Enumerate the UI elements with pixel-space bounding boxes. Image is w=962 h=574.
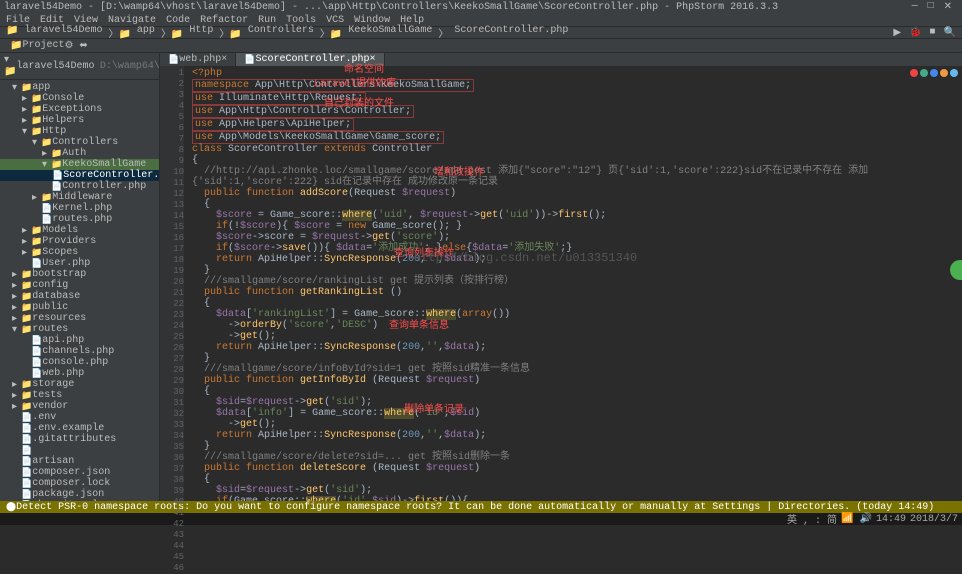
window-title: laravel54Demo - [D:\wamp64\vhost\laravel…	[4, 2, 778, 13]
bc-ksg[interactable]: KeekoSmallGame	[348, 25, 432, 41]
taskbar-date[interactable]: 2018/3/7	[910, 514, 958, 525]
tree-middleware[interactable]: ▸📁 Middleware	[0, 192, 159, 203]
tree-config[interactable]: ▸📁 config	[0, 280, 159, 291]
tree-envex[interactable]: 📄 .env.example	[0, 423, 159, 434]
tree-scopes[interactable]: ▸📁 Scopes	[0, 247, 159, 258]
code-comment: ///smallgame/score/rankingList get 提示列表（…	[204, 276, 514, 287]
notif-icon[interactable]: 📶 🔊	[841, 513, 872, 525]
tree-composerj[interactable]: 📄 composer.json	[0, 467, 159, 478]
bc-app[interactable]: app	[137, 25, 155, 41]
tree-providers[interactable]: ▸📁 Providers	[0, 236, 159, 247]
anno-lib: Laravel提供的库	[314, 79, 396, 90]
tree-helpers[interactable]: ▸📁 Helpers	[0, 115, 159, 126]
tree-tests[interactable]: ▸📁 tests	[0, 390, 159, 401]
search-icon[interactable]: 🔍	[944, 27, 956, 39]
tree-routesD[interactable]: ▾📁 routes	[0, 324, 159, 335]
project-tree[interactable]: ▾ 📁 laravel54Demo D:\wamp64\vhost\larave…	[0, 53, 160, 501]
tree-gitattr[interactable]: 📄 .gitattributes	[0, 434, 159, 445]
tree-ksg[interactable]: ▾📁 KeekoSmallGame	[0, 159, 159, 170]
tree-routes[interactable]: 📄 routes.php	[0, 214, 159, 225]
tree-storage[interactable]: ▸📁 storage	[0, 379, 159, 390]
maximize-button[interactable]: □	[928, 1, 934, 13]
tree-score[interactable]: 📄 ScoreController.php	[0, 170, 159, 181]
tree-kernel[interactable]: 📄 Kernel.php	[0, 203, 159, 214]
tree-gitignore[interactable]: 📄	[0, 445, 159, 456]
tree-web[interactable]: 📄 web.php	[0, 368, 159, 379]
stop-icon[interactable]: ■	[930, 27, 936, 39]
tree-root-path: D:\wamp64\vhost\laravel5	[100, 61, 160, 72]
debug-icon[interactable]: 🐞	[909, 27, 921, 39]
project-panel-tab[interactable]: 📁 Project⚙ ⬌	[4, 40, 94, 52]
tree-exceptions[interactable]: ▸📁 Exceptions	[0, 104, 159, 115]
tree-user[interactable]: 📄 User.php	[0, 258, 159, 269]
code-area[interactable]: <?php namespace App\Http\Controllers\Kee…	[184, 53, 962, 501]
breadcrumb[interactable]: 📁laravel54Demo 〉📁app 〉📁Http 〉📁Controller…	[6, 25, 568, 41]
browser-icons[interactable]	[910, 69, 958, 77]
tree-app[interactable]: ▾📁 app	[0, 82, 159, 93]
close-button[interactable]: ✕	[944, 1, 952, 13]
tree-channels[interactable]: 📄 channels.php	[0, 346, 159, 357]
bc-file[interactable]: ScoreController.php	[454, 25, 568, 41]
bc-ctrl[interactable]: Controllers	[248, 25, 314, 41]
tree-vendor[interactable]: ▸📁 vendor	[0, 401, 159, 412]
tree-public[interactable]: ▸📁 public	[0, 302, 159, 313]
tree-resources[interactable]: ▸📁 resources	[0, 313, 159, 324]
tree-bootstrap[interactable]: ▸📁 bootstrap	[0, 269, 159, 280]
anno-namespace: 命名空间	[344, 65, 384, 76]
tree-controllers[interactable]: ▾📁 Controllers	[0, 137, 159, 148]
tree-packagej[interactable]: 📄 package.json	[0, 489, 159, 500]
minimize-button[interactable]: —	[912, 1, 918, 13]
code-line: <?php	[192, 68, 222, 79]
tree-artisan[interactable]: 📄 artisan	[0, 456, 159, 467]
tree-consolep[interactable]: 📄 console.php	[0, 357, 159, 368]
bc-http[interactable]: Http	[189, 25, 213, 41]
code-editor[interactable]: 📄 web.php× 📄 ScoreController.php× for(le…	[160, 53, 962, 501]
tree-env[interactable]: 📄 .env	[0, 412, 159, 423]
anno-crud: 增和改操作	[434, 168, 484, 179]
tree-controller[interactable]: 📄 Controller.php	[0, 181, 159, 192]
tree-composerl[interactable]: 📄 composer.lock	[0, 478, 159, 489]
code-comment: ///smallgame/score/infoById?sid=1 get 按照…	[204, 364, 530, 375]
bc-project[interactable]: laravel54Demo	[24, 25, 102, 41]
line-gutter: for(let i=1;i<=46;i++)document.write(i+'…	[160, 53, 184, 501]
run-icon[interactable]: ▶	[893, 27, 901, 39]
tree-root[interactable]: laravel54Demo	[16, 61, 94, 72]
anno-del: 删除单条记录	[404, 405, 464, 416]
tree-api[interactable]: 📄 api.php	[0, 335, 159, 346]
watermark: http://blog.csdn.net/u013351340	[414, 253, 637, 264]
tree-http[interactable]: ▾📁 Http	[0, 126, 159, 137]
anno-qone: 查询单条信息	[389, 321, 449, 332]
tree-auth[interactable]: ▸📁 Auth	[0, 148, 159, 159]
taskbar-time[interactable]: 14:49	[876, 514, 906, 525]
tree-models[interactable]: ▸📁 Models	[0, 225, 159, 236]
anno-own: 自己封装的文件	[324, 99, 394, 110]
tree-console[interactable]: ▸📁 Console	[0, 93, 159, 104]
os-taskbar: 英 , : 简 📶 🔊 14:49 2018/3/7	[0, 513, 962, 525]
code-comment: //http://api.zhonke.loc/smallgame/score/…	[192, 166, 868, 188]
tree-database[interactable]: ▸📁 database	[0, 291, 159, 302]
code-comment: ///smallgame/score/delete?sid=... get 按照…	[204, 452, 510, 463]
